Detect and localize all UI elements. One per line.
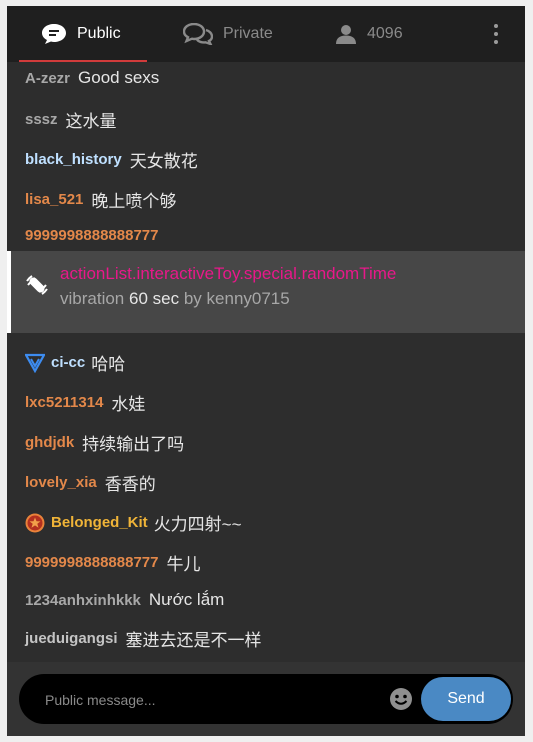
message-text: 香香的	[104, 475, 156, 494]
toy-alert-message: actionList.interactiveToy.special.random…	[7, 251, 525, 333]
message-text: 哈哈	[91, 355, 126, 374]
message-text: 水娃	[111, 395, 146, 414]
send-button[interactable]: Send	[421, 677, 511, 721]
message-text: Good sexs	[78, 68, 160, 87]
message-text: 天女散花	[129, 152, 198, 171]
alert-accent-bar	[7, 251, 11, 333]
chat-message: lovely_xia 香香的	[25, 470, 156, 495]
kebab-menu-icon[interactable]	[487, 20, 505, 48]
message-username[interactable]: ghdjdk	[25, 434, 74, 451]
message-username[interactable]: 9999998888888777	[25, 227, 158, 244]
message-username[interactable]: ci-cc	[51, 354, 85, 371]
chat-message: 1234anhxinhkkk Nước lắm	[25, 590, 224, 610]
v-shield-badge-icon	[24, 353, 46, 373]
message-username[interactable]: 9999998888888777	[25, 554, 158, 571]
message-username[interactable]: lovely_xia	[25, 474, 97, 491]
public-message-input[interactable]	[43, 688, 387, 712]
message-text: 牛儿	[166, 555, 201, 574]
chat-message: jueduigangsi 塞进去还是不一样	[25, 626, 262, 651]
message-username[interactable]: sssz	[25, 111, 58, 128]
star-badge-icon	[25, 513, 45, 533]
alert-by: by	[183, 289, 202, 308]
smiley-icon[interactable]	[389, 687, 413, 711]
message-composer: Send	[7, 662, 525, 736]
message-username[interactable]: lisa_521	[25, 191, 83, 208]
message-text: 这水量	[65, 112, 117, 131]
chat-message: black_history 天女散花	[25, 147, 198, 172]
message-text: 持续输出了吗	[82, 435, 185, 454]
chat-message: sssz 这水量	[25, 107, 117, 132]
alert-title: actionList.interactiveToy.special.random…	[60, 264, 397, 283]
message-feed[interactable]: A-zezr Good sexs sssz 这水量 black_history …	[7, 62, 525, 662]
speech-bubble-icon	[41, 23, 67, 45]
message-input-container: Send	[19, 674, 513, 724]
chat-tabs: Public Private 4096	[7, 6, 525, 62]
alert-prefix: vibration	[60, 289, 125, 308]
chat-message: lxc5211314 水娃	[25, 390, 145, 415]
message-text: 塞进去还是不一样	[125, 631, 262, 650]
user-count: 4096	[367, 25, 403, 42]
alert-detail: vibration 60 sec by kenny0715	[60, 289, 290, 309]
tab-private[interactable]: Private	[183, 6, 273, 62]
chat-message: 9999998888888777	[25, 227, 166, 244]
chat-message: Belonged_Kit 火力四射~~	[25, 510, 242, 535]
tab-public[interactable]: Public	[41, 6, 121, 62]
chat-message: ghdjdk 持续输出了吗	[25, 430, 184, 455]
tab-public-label: Public	[77, 25, 121, 42]
chat-message: ci-cc 哈哈	[24, 350, 126, 375]
chat-message: 9999998888888777 牛儿	[25, 550, 200, 575]
tab-private-label: Private	[223, 25, 273, 42]
user-icon	[335, 23, 357, 45]
message-username[interactable]: A-zezr	[25, 70, 70, 87]
message-text: 晚上喷个够	[91, 192, 177, 211]
message-username[interactable]: lxc5211314	[25, 394, 103, 411]
message-username[interactable]: jueduigangsi	[25, 630, 118, 647]
chat-message: A-zezr Good sexs	[25, 68, 159, 88]
alert-user[interactable]: kenny0715	[207, 289, 290, 308]
message-username[interactable]: 1234anhxinhkkk	[25, 592, 141, 609]
toy-vibration-icon	[25, 273, 49, 297]
alert-duration: 60 sec	[129, 289, 180, 308]
two-speech-bubbles-icon	[183, 23, 213, 45]
message-text: Nước lắm	[148, 590, 225, 609]
message-text: 火力四射~~	[153, 515, 242, 534]
message-username[interactable]: Belonged_Kit	[51, 514, 148, 531]
tab-users[interactable]: 4096	[335, 6, 403, 62]
chat-panel: Public Private 4096 A-zezr Good sexs sss…	[7, 6, 525, 736]
message-username[interactable]: black_history	[25, 151, 122, 168]
chat-message: lisa_521 晚上喷个够	[25, 187, 176, 212]
